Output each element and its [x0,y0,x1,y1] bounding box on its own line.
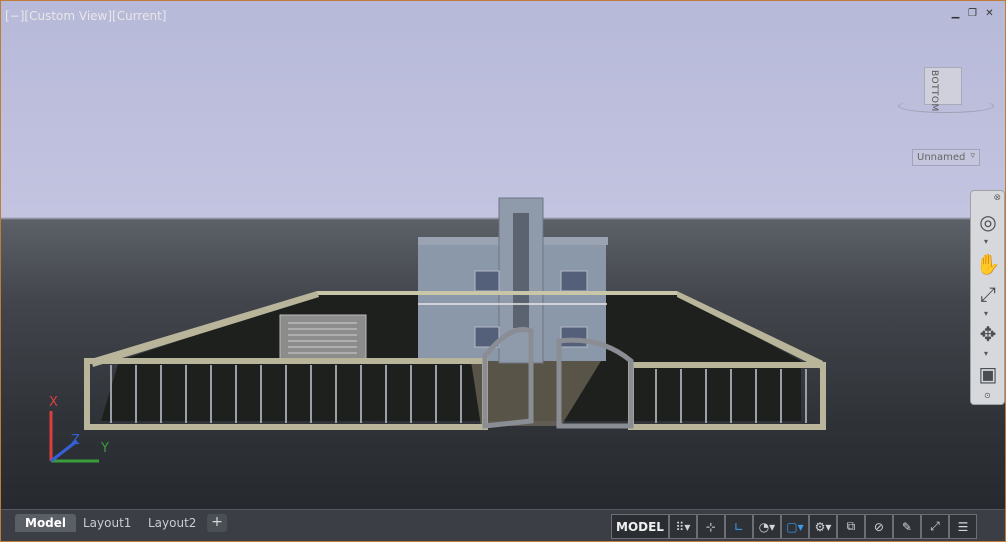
ucs-icon: X Z Y [41,393,121,467]
autocad-window: [−][Custom View][Current] ▁ ❐ ✕ BOTTOM U… [0,0,1006,542]
axis-x-label: X [49,395,58,410]
fullscreen-icon[interactable]: ⤢ [920,514,949,539]
viewcube-compass-ring[interactable] [898,99,994,113]
close-icon[interactable]: ⊗ [993,193,1001,203]
object-snap-icon[interactable]: ▢▾ [780,514,809,539]
drawing-viewport[interactable]: [−][Custom View][Current] ▁ ❐ ✕ BOTTOM U… [1,1,1005,509]
orbit-icon[interactable]: ✥ [975,321,1001,347]
window [560,270,588,292]
grid-icon[interactable]: ⠿▾ [668,514,697,539]
window [474,270,500,292]
tab-layout1[interactable]: Layout1 [73,514,141,532]
customization-menu-icon[interactable]: ☰ [948,514,977,539]
chevron-down-icon[interactable]: ▾ [984,237,988,246]
viewcube[interactable]: BOTTOM [894,61,996,117]
shed [279,314,367,360]
ucs-dropdown[interactable]: Unnamed ▿ [912,149,980,166]
ortho-icon[interactable]: ∟ [724,514,753,539]
chevron-down-icon[interactable]: ▾ [984,349,988,358]
pan-hand-icon[interactable]: ✋ [975,251,1001,277]
hardware-acceleration-icon[interactable]: ✎ [892,514,921,539]
tab-model[interactable]: Model [15,514,77,532]
chevron-down-icon: ▿ [970,151,975,161]
house-3d-model [84,197,826,430]
back-fence-rail [317,291,677,295]
navigation-bar: ⊗ ◎ ▾ ✋ ⤢ ▾ ✥ ▾ ▣ ⊙ [970,190,1005,405]
axis-y-label: Y [101,441,109,456]
workspace-gear-icon[interactable]: ⚙▾ [808,514,837,539]
snap-icon[interactable]: ⊹ [696,514,725,539]
window [560,326,588,348]
model-space-button[interactable]: MODEL [611,514,669,539]
add-layout-button[interactable]: + [207,514,227,532]
steering-wheel-icon[interactable]: ◎ [975,209,1001,235]
axis-z-label: Z [71,433,80,448]
zoom-extents-icon[interactable]: ⤢ [975,281,1001,307]
tower-window [513,213,529,328]
isolate-objects-icon[interactable]: ⊘ [864,514,893,539]
ucs-dropdown-label: Unnamed [917,152,966,163]
chevron-down-icon[interactable]: ▾ [984,309,988,318]
customize-icon[interactable]: ⊙ [984,391,991,400]
status-toggles: MODEL ⠿▾ ⊹ ∟ ◔▾ ▢▾ ⚙▾ ⧉ ⊘ ✎ ⤢ ☰ [611,514,977,539]
polar-tracking-icon[interactable]: ◔▾ [752,514,781,539]
tab-layout2[interactable]: Layout2 [138,514,206,532]
annotation-scale-icon[interactable]: ⧉ [836,514,865,539]
status-bar: Model Layout1 Layout2 + MODEL ⠿▾ ⊹ ∟ ◔▾ … [1,509,1005,541]
showmotion-icon[interactable]: ▣ [975,361,1001,387]
